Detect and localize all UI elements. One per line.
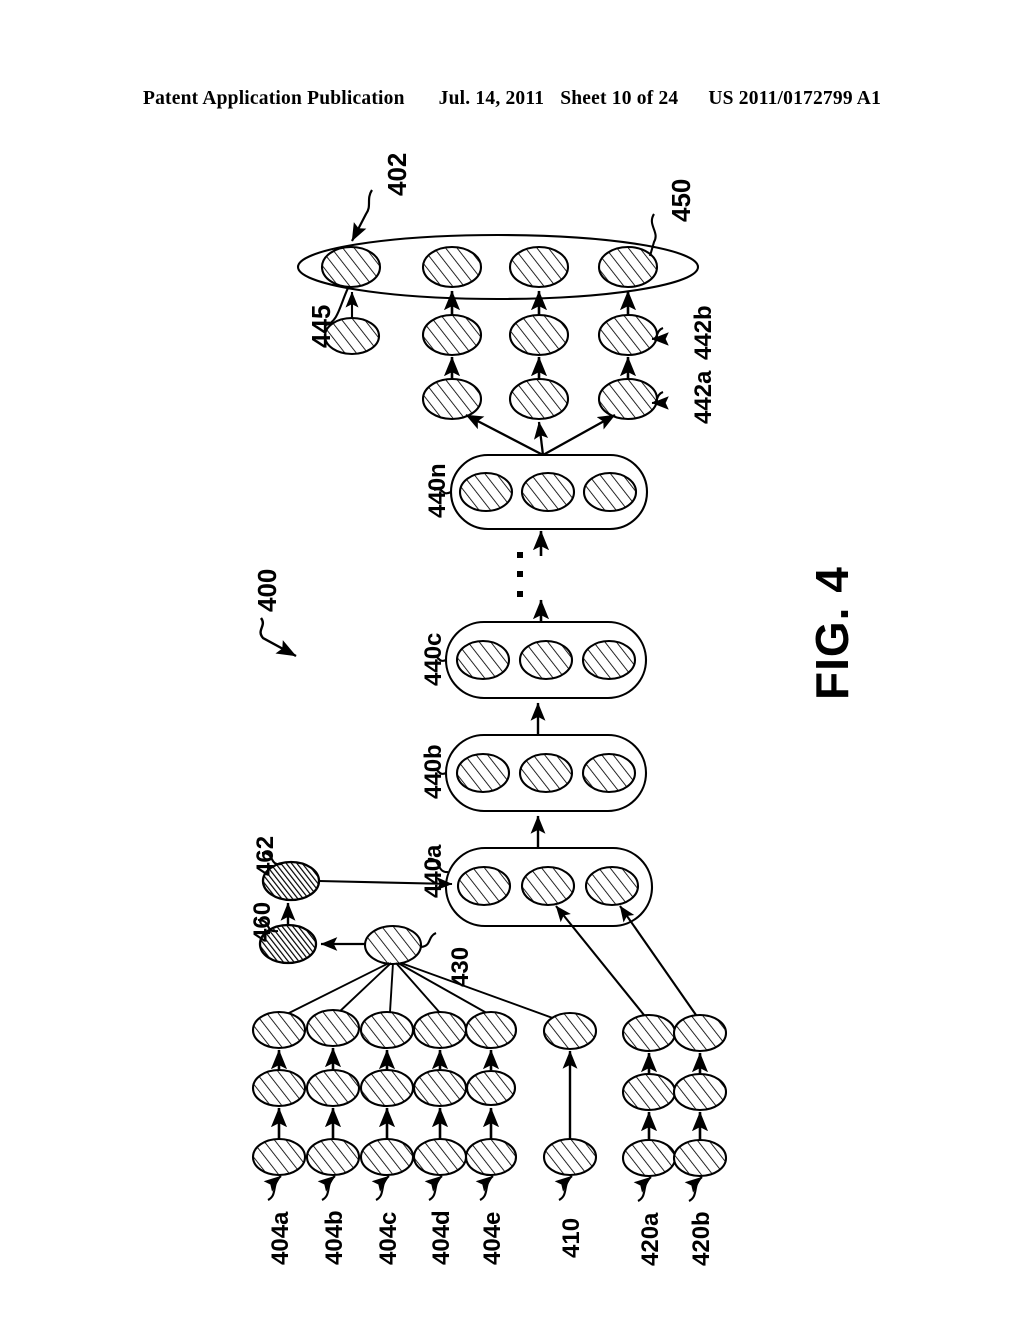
node-440c-1 [455,639,511,681]
leader-402 [351,189,373,242]
node-404c-1 [359,1137,415,1177]
chain-404a [251,1010,307,1201]
node-440n-2 [520,471,576,513]
node-442a-3 [597,377,659,421]
chain-404d [412,1010,468,1201]
node-404c-3 [359,1010,415,1050]
leader-430 [420,932,437,949]
node-450-1 [320,245,382,289]
node-450-3 [508,245,570,289]
node-404a-1 [251,1137,307,1177]
node-450-4 [597,245,659,289]
group-450 [296,233,700,301]
node-404b-2 [305,1068,361,1108]
figure-title: FIG. 4 [806,566,858,700]
node-440b-2 [518,752,574,794]
node-410-1 [542,1137,598,1177]
node-420a-1 [621,1138,677,1178]
group-440c [444,620,648,700]
label-445: 445 [306,304,336,348]
label-404d: 404d [428,1210,455,1265]
node-442b-2 [508,313,570,357]
label-402: 402 [382,152,412,196]
node-404a-3 [251,1010,307,1050]
node-440c-3 [581,639,637,681]
label-462: 462 [252,835,279,876]
node-442a-1 [421,377,483,421]
node-440b-1 [455,752,511,794]
group-440a [444,846,654,928]
label-442a: 442a [690,370,717,424]
label-404b: 404b [321,1210,348,1265]
node-420a-3 [621,1013,677,1053]
node-450-2 [421,245,483,289]
leader-450 [648,213,657,257]
row-442b [421,290,659,357]
leader-400 [259,617,297,658]
patent-page: Patent Application Publication Jul. 14, 2… [0,0,1024,1320]
node-420b-3 [672,1013,728,1053]
label-440b: 440b [420,744,447,799]
label-440a: 440a [420,844,447,898]
node-440a-2 [520,865,576,907]
label-440c: 440c [420,632,447,686]
chain-404e [464,1010,518,1201]
label-430: 430 [447,946,474,987]
node-440c-2 [518,639,574,681]
node-404d-3 [412,1010,468,1050]
node-442a-2 [508,377,570,421]
node-404d-2 [412,1068,468,1108]
node-404e-3 [464,1010,518,1050]
label-450: 450 [666,178,696,222]
label-404c: 404c [375,1211,402,1265]
node-404e-1 [464,1137,518,1177]
node-404b-3 [305,1008,361,1048]
node-404b-1 [305,1137,361,1177]
label-400: 400 [252,568,282,612]
figure-4-drawing [251,189,728,1202]
node-440n-1 [458,471,514,513]
node-440a-1 [456,865,512,907]
node-430 [363,924,423,966]
node-440a-3 [584,865,640,907]
node-420a-2 [621,1072,677,1112]
node-440b-3 [581,752,637,794]
label-420b: 420b [688,1211,715,1266]
label-420a: 420a [637,1212,664,1266]
fanout-440n-442a [465,413,616,457]
label-460: 460 [249,901,276,942]
label-410: 410 [558,1217,585,1258]
node-404a-2 [251,1068,307,1108]
chain-410 [542,1011,598,1201]
node-430-group [320,924,423,966]
label-440n: 440n [424,463,451,518]
node-410-2 [542,1011,598,1051]
node-404e-2 [465,1069,517,1107]
node-404d-1 [412,1137,468,1177]
row-442a [421,356,659,421]
group-440n [449,453,649,531]
node-442b-1 [421,313,483,357]
group-440b [444,733,648,813]
chain-404b [305,1008,361,1201]
label-404a: 404a [267,1211,294,1265]
node-442b-3 [597,313,659,357]
node-404c-2 [359,1068,415,1108]
label-442b: 442b [690,305,717,360]
chain-404c [359,1010,415,1201]
node-420b-1 [672,1138,728,1178]
ellipsis-dots [517,552,523,597]
label-404e: 404e [479,1211,506,1265]
node-420b-2 [672,1072,728,1112]
node-440n-3 [582,471,638,513]
